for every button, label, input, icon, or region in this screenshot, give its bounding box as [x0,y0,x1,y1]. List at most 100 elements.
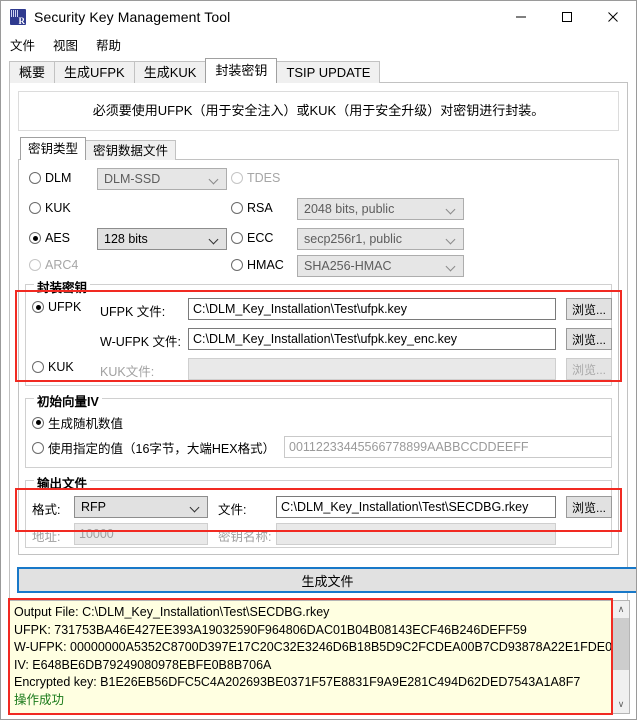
kuk-browse-button[interactable]: 浏览... [566,358,612,380]
output-file-input[interactable]: C:\DLM_Key_Installation\Test\SECDBG.rkey [276,496,556,518]
ufpk-file-input[interactable]: C:\DLM_Key_Installation\Test\ufpk.key [188,298,556,320]
tab-tsip-update[interactable]: TSIP UPDATE [276,61,381,83]
radio-aes[interactable]: AES [29,231,93,245]
scroll-down-icon[interactable]: ∨ [613,696,629,713]
menu-bar: 文件 视图 帮助 [1,33,636,55]
main-tabstrip: 概要 生成UFPK 生成KUK 封装密钥 TSIP UPDATE [9,58,628,83]
radio-hmac-label: HMAC [247,258,284,272]
output-log-panel: Output File: C:\DLM_Key_Installation\Tes… [9,600,630,714]
log-line-encrypted-key: Encrypted key: B1E26EB56DFC5C4A202693BE0… [14,675,581,689]
chevron-down-icon [447,205,456,214]
log-status-text: 操作成功 [14,692,65,707]
radio-aes-dot [29,232,41,244]
ufpk-file-label: UFPK 文件: [100,305,166,319]
tab-key-type[interactable]: 密钥类型 [20,137,87,160]
ufpk-file-value: C:\DLM_Key_Installation\Test\ufpk.key [193,302,407,316]
radio-ecc-dot [231,232,243,244]
radio-kuk-wrap[interactable]: KUK [32,360,94,374]
generate-file-button[interactable]: 生成文件 [17,567,636,593]
keyname-input[interactable] [276,523,556,545]
radio-rsa[interactable]: RSA [231,201,297,215]
close-icon[interactable] [590,1,636,32]
radio-ufpk-label: UFPK [48,300,82,314]
address-input[interactable]: 10000 [74,523,208,545]
log-line-wufpk: W-UFPK: 00000000A5352C8700D397E17C20C32E… [14,640,612,654]
tab-wrap-key[interactable]: 封装密钥 [205,58,278,83]
chevron-down-icon [447,262,456,271]
ufpk-browse-button[interactable]: 浏览... [566,298,612,320]
radio-tdes-dot [231,172,243,184]
combo-rsa-params-value: 2048 bits, public [304,202,395,216]
radio-aes-label: AES [45,231,71,245]
kuk-file-input[interactable] [188,358,556,380]
wufpk-file-label: W-UFPK 文件: [100,335,182,349]
radio-kuk[interactable]: KUK [29,201,93,215]
radio-hmac[interactable]: HMAC [231,258,297,272]
radio-ufpk[interactable]: UFPK [32,300,94,314]
radio-dlm-dot [29,172,41,184]
radio-tdes-label: TDES [247,171,281,185]
radio-kuk-wrap-dot [32,361,44,373]
radio-tdes[interactable]: TDES [231,171,297,185]
radio-iv-random[interactable]: 生成随机数值 [32,413,123,432]
radio-arc4[interactable]: ARC4 [29,258,99,272]
radio-rsa-dot [231,202,243,214]
radio-dlm[interactable]: DLM [29,171,93,185]
iv-legend: 初始向量IV [34,391,102,410]
generate-file-label: 生成文件 [301,573,354,589]
combo-rsa-params[interactable]: 2048 bits, public [297,198,464,220]
key-type-grid: DLM DLM-SSD KUK AES 128 bits ARC4 TDES R… [25,168,612,277]
combo-hmac-params-value: SHA256-HMAC [304,259,392,273]
radio-iv-specified[interactable]: 使用指定的值（16字节，大端HEX格式） [32,438,275,457]
output-log-text[interactable]: Output File: C:\DLM_Key_Installation\Tes… [10,601,612,713]
app-window: Security Key Management Tool 文件 视图 帮助 概要… [0,0,637,720]
radio-ecc-label: ECC [247,231,274,245]
tab-generate-kuk[interactable]: 生成KUK [133,61,207,83]
tab-generate-ufpk[interactable]: 生成UFPK [54,61,135,83]
menu-item-help[interactable]: 帮助 [96,33,130,56]
file-label: 文件: [218,503,247,517]
scrollbar-thumb[interactable] [613,618,629,670]
radio-hmac-dot [231,259,243,271]
address-value: 10000 [79,527,114,541]
tab-overview[interactable]: 概要 [9,61,56,83]
combo-hmac-params[interactable]: SHA256-HMAC [297,255,464,277]
log-line-output-file: Output File: C:\DLM_Key_Installation\Tes… [14,605,330,619]
scroll-up-icon[interactable]: ∧ [613,601,629,618]
menu-item-file[interactable]: 文件 [10,33,44,56]
combo-ecc-params-value: secp256r1, public [304,232,402,246]
log-line-iv: IV: E648BE6DB79249080978EBFE0B8B706A [14,657,272,672]
combo-ecc-params[interactable]: secp256r1, public [297,228,464,250]
iv-value-input[interactable]: 00112233445566778899AABBCCDDEEFF [284,436,612,458]
wufpk-file-value: C:\DLM_Key_Installation\Test\ufpk.key_en… [193,332,458,346]
menu-item-view[interactable]: 视图 [53,33,87,56]
wrapping-key-group: 封装密钥 UFPK UFPK 文件: C:\DLM_Key_Installati… [25,277,612,386]
wufpk-file-input[interactable]: C:\DLM_Key_Installation\Test\ufpk.key_en… [188,328,556,350]
log-scrollbar[interactable]: ∧ ∨ [612,601,629,713]
log-line-ufpk: UFPK: 731753BA46E427EE393A19032590F96480… [14,622,527,637]
chevron-down-icon [191,503,200,512]
format-label: 格式: [32,503,61,517]
notice-banner: 必须要使用UFPK（用于安全注入）或KUK（用于安全升级）对密钥进行封装。 [18,91,619,131]
kuk-file-label: KUK文件: [100,365,155,379]
output-browse-button[interactable]: 浏览... [566,496,612,518]
radio-ecc[interactable]: ECC [231,231,297,245]
title-bar: Security Key Management Tool [1,1,636,33]
wufpk-browse-button[interactable]: 浏览... [566,328,612,350]
wrap-key-panel: 必须要使用UFPK（用于安全注入）或KUK（用于安全升级）对密钥进行封装。 密钥… [9,82,628,628]
iv-group: 初始向量IV 生成随机数值 使用指定的值（16字节，大端HEX格式） 00112… [25,391,612,468]
radio-iv-specified-label: 使用指定的值（16字节，大端HEX格式） [48,442,276,456]
radio-iv-random-dot [32,416,44,429]
combo-aes-size[interactable]: 128 bits [97,228,227,250]
combo-dlm-variant[interactable]: DLM-SSD [97,168,227,190]
tab-key-data-file[interactable]: 密钥数据文件 [85,140,177,160]
chevron-down-icon [210,235,219,244]
chevron-down-icon [210,175,219,184]
minimize-icon[interactable] [498,1,544,32]
maximize-icon[interactable] [544,1,590,32]
radio-arc4-dot [29,259,41,271]
key-tabstrip: 密钥类型 密钥数据文件 [18,137,619,160]
scrollbar-track[interactable] [613,670,629,696]
format-combo[interactable]: RFP [74,496,208,518]
iv-value-placeholder: 00112233445566778899AABBCCDDEEFF [289,440,529,454]
